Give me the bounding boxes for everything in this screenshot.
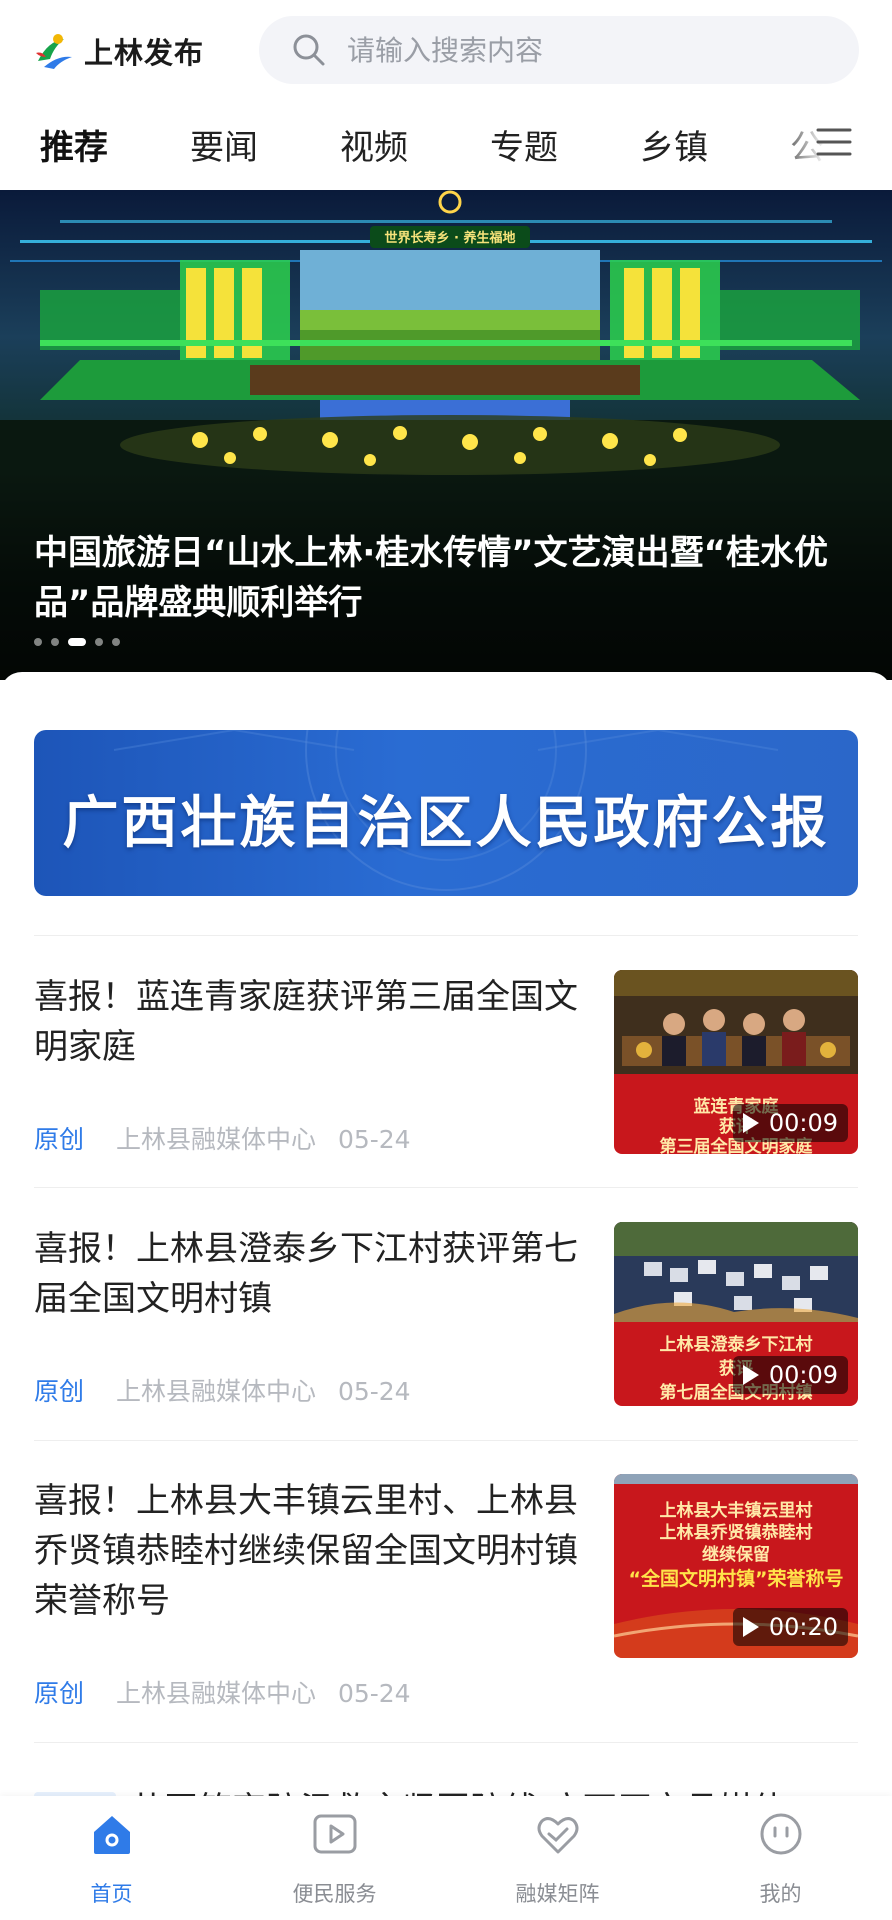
logo-text: 上林发布 xyxy=(84,36,205,70)
nav-services[interactable]: 便民服务 xyxy=(223,1796,446,1920)
nav-label: 融媒矩阵 xyxy=(515,1882,600,1906)
article-meta: 原创 上林县融媒体中心 05-24 xyxy=(34,1372,411,1408)
logo-icon xyxy=(36,34,72,69)
thumbnail-caption: “全国文明村镇”荣誉称号 xyxy=(628,1568,844,1590)
home-icon xyxy=(94,1816,130,1854)
nav-label: 我的 xyxy=(759,1882,802,1906)
carousel-dot[interactable] xyxy=(51,638,59,646)
article-source: 上林县融媒体中心 xyxy=(115,1679,316,1708)
original-tag: 原创 xyxy=(34,1377,85,1406)
carousel-dots xyxy=(34,638,129,646)
nav-profile[interactable]: 我的 xyxy=(669,1796,892,1920)
article-date: 05-24 xyxy=(337,1125,411,1154)
search-input[interactable] xyxy=(345,29,829,71)
search-icon xyxy=(293,34,325,66)
divider xyxy=(34,1187,858,1188)
stage-sign: 世界长寿乡 · 养生福地 xyxy=(385,230,516,246)
video-duration-badge: 00:20 xyxy=(732,1608,848,1646)
nav-label: 首页 xyxy=(90,1882,133,1906)
carousel-dot-active[interactable] xyxy=(68,638,86,646)
play-icon xyxy=(742,1113,759,1133)
video-duration: 00:20 xyxy=(768,1613,838,1641)
hero-banner[interactable]: 世界长寿乡 · 养生福地 中国旅游日“山水上林·桂水传情”文艺演出暨“桂水优品”… xyxy=(0,190,892,680)
thumbnail-caption: 继续保留 xyxy=(702,1545,770,1565)
original-tag: 原创 xyxy=(34,1679,85,1708)
video-duration-badge: 00:09 xyxy=(732,1356,848,1394)
thumbnail-caption: 上林县澄泰乡下江村 xyxy=(659,1335,813,1355)
article-title: 喜报！上林县大丰镇云里村、上林县乔贤镇恭睦村继续保留全国文明村镇荣誉称号 xyxy=(34,1481,578,1621)
play-icon xyxy=(742,1365,759,1385)
app-logo[interactable]: 上林发布 xyxy=(34,30,204,72)
original-tag: 原创 xyxy=(34,1125,85,1154)
article-date: 05-24 xyxy=(337,1377,411,1406)
article-source: 上林县融媒体中心 xyxy=(115,1125,316,1154)
nav-media-matrix[interactable]: 融媒矩阵 xyxy=(446,1796,669,1920)
bottom-navigation: 首页 便民服务 融媒矩阵 我的 xyxy=(0,1796,892,1920)
banner-title: 中国旅游日“山水上林·桂水传情”文艺演出暨“桂水优品”品牌盛典顺利举行 xyxy=(34,533,828,623)
video-duration-badge: 00:09 xyxy=(732,1104,848,1142)
article-date: 05-24 xyxy=(337,1679,411,1708)
tab-video[interactable]: 视频 xyxy=(340,120,408,169)
article-meta: 原创 上林县融媒体中心 05-24 xyxy=(34,1120,411,1156)
video-thumbnail[interactable]: 蓝连青家庭 获评 第三届全国文明家庭 00:09 xyxy=(614,970,858,1154)
nav-label: 便民服务 xyxy=(292,1882,377,1906)
video-duration: 00:09 xyxy=(768,1361,838,1389)
article-item[interactable]: 喜报！上林县大丰镇云里村、上林县乔贤镇恭睦村继续保留全国文明村镇荣誉称号 原创 … xyxy=(0,1464,892,1740)
gov-banner-text: 广西壮族自治区人民政府公报 xyxy=(62,790,830,856)
heart-icon xyxy=(537,1817,579,1854)
menu-icon[interactable] xyxy=(814,122,854,162)
play-icon xyxy=(742,1617,759,1637)
category-tabs: 推荐 要闻 视频 专题 乡镇 公 xyxy=(0,104,892,184)
gov-gazette-banner[interactable]: 广西壮族自治区人民政府公报 xyxy=(34,730,858,896)
carousel-dot[interactable] xyxy=(95,638,103,646)
video-thumbnail[interactable]: 上林县大丰镇云里村 上林县乔贤镇恭睦村 继续保留 “全国文明村镇”荣誉称号 00… xyxy=(614,1474,858,1658)
divider xyxy=(34,935,858,936)
tab-towns[interactable]: 乡镇 xyxy=(640,120,708,169)
play-square-icon xyxy=(313,1814,357,1854)
video-duration: 00:09 xyxy=(768,1109,838,1137)
article-source: 上林县融媒体中心 xyxy=(115,1377,316,1406)
article-item[interactable]: 喜报！上林县澄泰乡下江村获评第七届全国文明村镇 原创 上林县融媒体中心 05-2… xyxy=(0,1212,892,1438)
divider xyxy=(34,1440,858,1441)
article-title: 喜报！蓝连青家庭获评第三届全国文明家庭 xyxy=(34,977,578,1067)
article-item[interactable]: 喜报！蓝连青家庭获评第三届全国文明家庭 原创 上林县融媒体中心 05-24 蓝连… xyxy=(0,960,892,1186)
app-header: 上林发布 xyxy=(0,0,892,100)
divider xyxy=(34,1742,858,1743)
carousel-dot[interactable] xyxy=(112,638,120,646)
nav-home[interactable]: 首页 xyxy=(0,1796,223,1920)
tab-recommend[interactable]: 推荐 xyxy=(40,120,108,169)
smile-face-icon xyxy=(760,1813,802,1855)
tab-special[interactable]: 专题 xyxy=(490,120,558,169)
article-meta: 原创 上林县融媒体中心 05-24 xyxy=(34,1674,411,1710)
search-bar[interactable] xyxy=(259,16,859,84)
video-thumbnail[interactable]: 上林县澄泰乡下江村 获评 第七届全国文明村镇 00:09 xyxy=(614,1222,858,1406)
carousel-dot[interactable] xyxy=(34,638,42,646)
article-title: 喜报！上林县澄泰乡下江村获评第七届全国文明村镇 xyxy=(34,1229,578,1319)
tab-news[interactable]: 要闻 xyxy=(190,120,258,169)
